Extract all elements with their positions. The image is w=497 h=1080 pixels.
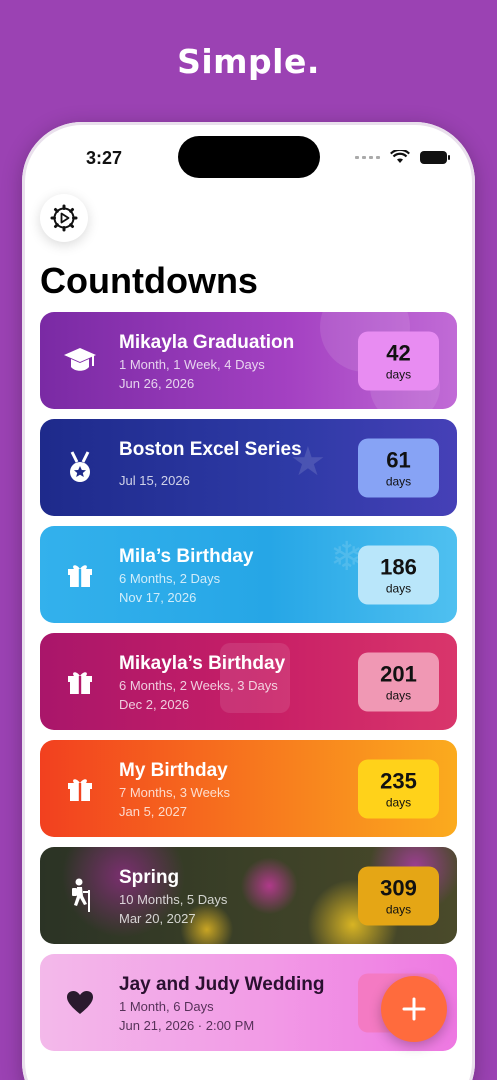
days-count: 201	[380, 661, 417, 686]
countdown-card[interactable]: ❄ ❄ Mila’s Birthday 6 Months, 2 Days Nov…	[40, 526, 457, 623]
wifi-icon	[390, 150, 410, 163]
countdown-remaining: 7 Months, 3 Weeks	[119, 785, 231, 800]
medal-icon	[62, 450, 98, 486]
days-badge: 61 days	[358, 438, 439, 497]
countdown-remaining: 6 Months, 2 Weeks, 3 Days	[119, 678, 278, 693]
days-unit: days	[385, 902, 412, 916]
countdown-date: Jan 5, 2027	[119, 804, 187, 819]
heart-icon	[62, 985, 98, 1021]
days-badge: 235 days	[358, 759, 439, 818]
countdown-remaining: 1 Month, 6 Days	[119, 999, 214, 1014]
days-badge: 42 days	[358, 331, 439, 390]
countdown-date: Dec 2, 2026	[119, 697, 190, 712]
countdown-date: Jun 21, 2026 · 2:00 PM	[119, 1018, 255, 1033]
settings-button[interactable]	[40, 194, 88, 242]
countdown-title: Mila’s Birthday	[119, 546, 254, 567]
gear-icon	[50, 204, 78, 232]
countdown-date: Jul 15, 2026	[119, 473, 190, 488]
countdown-card[interactable]: My Birthday 7 Months, 3 Weeks Jan 5, 202…	[40, 740, 457, 837]
countdown-date: Jun 26, 2026	[119, 376, 195, 391]
countdown-title: Mikayla’s Birthday	[119, 653, 286, 674]
days-badge: 201 days	[358, 652, 439, 711]
countdown-remaining: 10 Months, 5 Days	[119, 892, 228, 907]
countdown-card[interactable]: Spring 10 Months, 5 Days Mar 20, 2027 30…	[40, 847, 457, 944]
gift-icon	[62, 771, 98, 807]
countdown-title: Spring	[119, 867, 180, 888]
status-icons	[355, 150, 450, 164]
days-unit: days	[385, 688, 412, 702]
status-time: 3:27	[86, 148, 123, 168]
days-count: 61	[386, 447, 411, 472]
countdown-card[interactable]: Mikayla’s Birthday 6 Months, 2 Weeks, 3 …	[40, 633, 457, 730]
countdown-remaining: 6 Months, 2 Days	[119, 571, 221, 586]
countdown-title: Boston Excel Series	[119, 439, 302, 460]
graduation-cap-icon	[62, 343, 98, 379]
add-countdown-button[interactable]	[381, 976, 447, 1042]
gift-icon	[62, 664, 98, 700]
countdown-card[interactable]: Mikayla Graduation 1 Month, 1 Week, 4 Da…	[40, 312, 457, 409]
countdown-remaining: 1 Month, 1 Week, 4 Days	[119, 357, 265, 372]
countdown-title: My Birthday	[119, 760, 228, 781]
countdown-list: Mikayla Graduation 1 Month, 1 Week, 4 Da…	[40, 312, 457, 1061]
countdown-title: Mikayla Graduation	[119, 332, 295, 353]
days-unit: days	[385, 367, 412, 381]
days-count: 186	[380, 554, 417, 579]
countdown-title: Jay and Judy Wedding	[119, 974, 325, 995]
page-title: Countdowns	[40, 260, 258, 301]
countdown-date: Mar 20, 2027	[119, 911, 196, 926]
battery-icon	[420, 150, 450, 164]
days-count: 235	[380, 768, 417, 793]
dynamic-island	[178, 136, 320, 178]
app-headline: Simple.	[177, 42, 320, 81]
days-badge: 309 days	[358, 866, 439, 925]
days-count: 309	[380, 875, 417, 900]
hiker-icon	[62, 878, 98, 914]
gift-icon	[62, 557, 98, 593]
days-badge: 186 days	[358, 545, 439, 604]
countdown-card[interactable]: ★ ★ Boston Excel Series Jul 15, 2026 61 …	[40, 419, 457, 516]
phone-frame: 3:27 Countdowns Mikayla Graduation 1 Mon…	[22, 122, 475, 1080]
days-unit: days	[385, 795, 412, 809]
signal-icon	[355, 155, 380, 159]
days-unit: days	[385, 581, 412, 595]
plus-icon	[402, 997, 426, 1021]
countdown-date: Nov 17, 2026	[119, 590, 197, 605]
days-unit: days	[385, 474, 412, 488]
days-count: 42	[386, 340, 411, 365]
